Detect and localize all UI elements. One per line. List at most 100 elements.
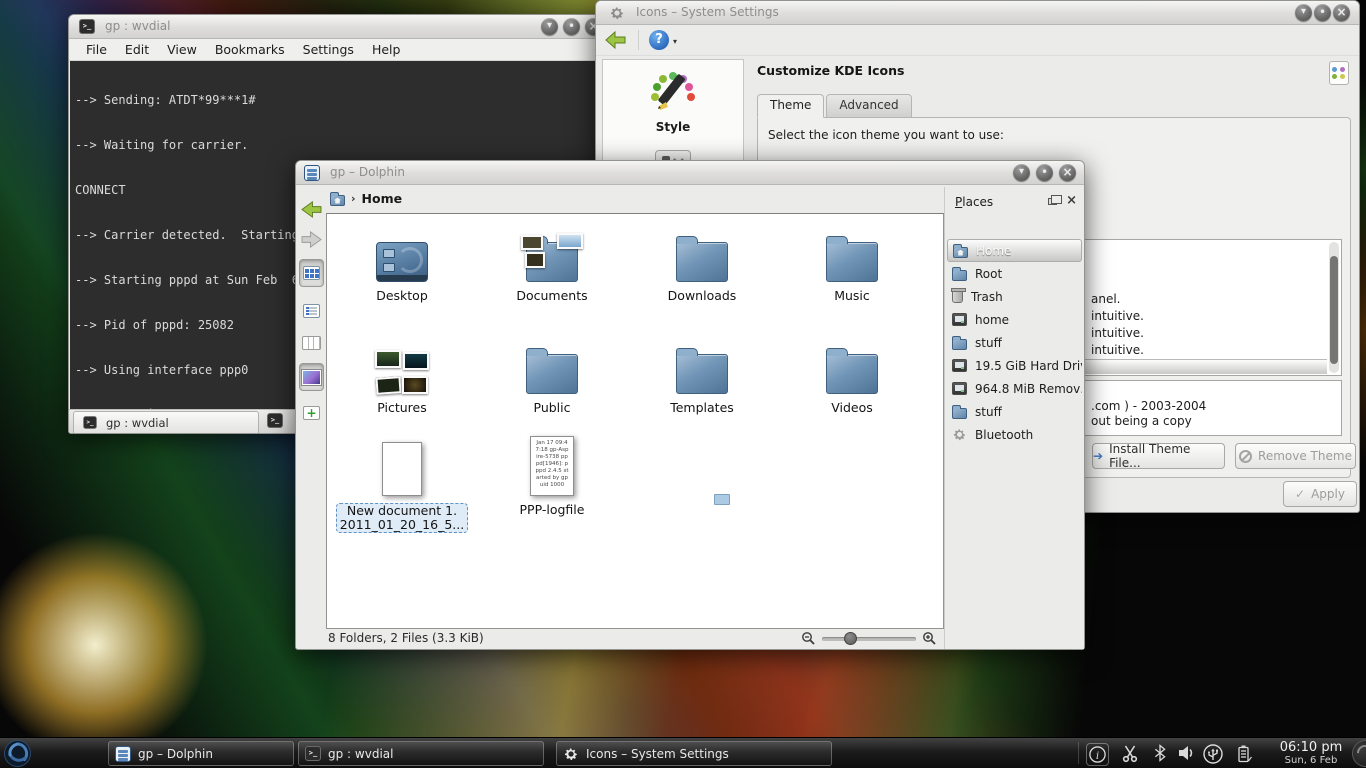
folder-icon (826, 242, 878, 282)
install-theme-button[interactable]: ➔ Install Theme File... (1092, 443, 1225, 469)
zoom-slider[interactable] (822, 637, 916, 641)
menu-settings[interactable]: Settings (294, 40, 363, 59)
split-view-button[interactable]: + (299, 401, 324, 425)
zoom-slider-handle[interactable] (844, 632, 857, 645)
minimize-button[interactable] (541, 18, 558, 35)
maximize-button[interactable] (1036, 164, 1053, 181)
new-tab-button[interactable]: >_ (267, 413, 283, 428)
app-launcher-icon[interactable] (3, 739, 32, 768)
menu-file[interactable]: File (77, 40, 116, 59)
file-item-ppp-logfile[interactable]: Jan 17 09:47:18 gp-Asp ire-5738 pppd[194… (492, 432, 612, 517)
bluetooth-icon[interactable] (1150, 743, 1170, 763)
task-system-settings[interactable]: Icons – System Settings (556, 741, 832, 766)
task-dolphin[interactable]: gp – Dolphin (108, 741, 294, 766)
document-icon (382, 442, 422, 496)
close-panel-icon[interactable]: × (1066, 193, 1077, 208)
folder-item-documents[interactable]: Documents (492, 222, 612, 303)
select-theme-label: Select the icon theme you want to use: (768, 128, 1004, 142)
apply-button[interactable]: ✓ Apply (1283, 481, 1357, 507)
konsole-titlebar[interactable]: >_ gp : wvdial (69, 15, 607, 39)
settings-tabs: Theme Advanced (757, 94, 912, 118)
place-item-stuff[interactable]: stuff (947, 331, 1082, 354)
folder-item-templates[interactable]: Templates (642, 334, 762, 415)
logfile-icon: Jan 17 09:47:18 gp-Asp ire-5738 pppd[194… (530, 436, 574, 496)
details-view-icon (303, 304, 320, 318)
sidebar-item-style[interactable]: Style (603, 60, 743, 134)
place-item-trash[interactable]: Trash (947, 285, 1082, 308)
folder-icon (676, 354, 728, 394)
plasma-cashew-icon[interactable] (1352, 740, 1366, 767)
place-item-bluetooth[interactable]: Bluetooth (947, 423, 1082, 446)
tab-theme[interactable]: Theme (757, 94, 824, 118)
clock[interactable]: 06:10 pm Sun, 6 Feb (1274, 740, 1348, 766)
notifications-icon[interactable]: i (1086, 743, 1109, 766)
settings-titlebar[interactable]: Icons – System Settings (596, 1, 1359, 25)
documents-folder-icon (526, 242, 578, 282)
close-button[interactable] (1059, 164, 1076, 181)
terminal-line: --> Sending: ATDT*99***1# (75, 93, 601, 108)
overview-icon[interactable] (1329, 61, 1349, 85)
zoom-out-icon[interactable] (801, 631, 816, 646)
breadcrumb-home[interactable]: Home (362, 191, 403, 206)
check-icon: ✓ (1295, 487, 1305, 501)
maximize-button[interactable] (1314, 4, 1331, 21)
breadcrumb[interactable]: › Home (330, 191, 402, 206)
place-item-removable[interactable]: 964.8 MiB Remov… (947, 377, 1082, 400)
folder-item-downloads[interactable]: Downloads (642, 222, 762, 303)
dolphin-window: gp – Dolphin › Home + (295, 160, 1085, 650)
folder-item-music[interactable]: Music (792, 222, 912, 303)
konsole-tab[interactable]: >_ gp : wvdial (73, 411, 259, 433)
task-konsole[interactable]: >_ gp : wvdial (298, 741, 544, 766)
preview-button[interactable] (299, 363, 324, 391)
settings-toolbar: ?▾ (596, 25, 1359, 56)
scrollbar[interactable] (1329, 242, 1339, 373)
dolphin-file-view[interactable]: Desktop Documents Downloads Music (326, 213, 944, 629)
menu-help[interactable]: Help (363, 40, 410, 59)
desktop-folder-icon (376, 242, 428, 282)
back-button[interactable] (604, 30, 628, 50)
icon-view-button[interactable] (299, 259, 324, 287)
zoom-in-icon[interactable] (922, 631, 937, 646)
file-item-new-document[interactable]: New document 1. 2011_01_20_16_5... (342, 432, 462, 533)
place-item-root[interactable]: Root (947, 262, 1082, 285)
place-item-hard-drive[interactable]: 19.5 GiB Hard Drive (947, 354, 1082, 377)
place-item-stuff2[interactable]: stuff (947, 400, 1082, 423)
device-notifier-usb-icon[interactable] (1202, 743, 1224, 765)
bluetooth-icon (952, 427, 967, 442)
konsole-tab-label: gp : wvdial (106, 416, 169, 430)
preview-icon (302, 370, 321, 385)
menu-bookmarks[interactable]: Bookmarks (206, 40, 294, 59)
folder-item-public[interactable]: Public (492, 334, 612, 415)
volume-icon[interactable] (1176, 743, 1196, 763)
columns-view-icon (302, 336, 321, 350)
install-arrow-icon: ➔ (1093, 449, 1103, 463)
place-item-home-drive[interactable]: home (947, 308, 1082, 331)
folder-icon (676, 242, 728, 282)
details-view-button[interactable] (299, 299, 324, 323)
folder-item-desktop[interactable]: Desktop (342, 222, 462, 303)
hard-drive-icon (952, 359, 967, 372)
back-button[interactable] (299, 197, 324, 221)
tab-advanced[interactable]: Advanced (826, 94, 911, 118)
menu-view[interactable]: View (158, 40, 206, 59)
klipper-scissors-icon[interactable] (1120, 743, 1140, 763)
drag-ghost-icon (714, 494, 730, 505)
help-button[interactable]: ?▾ (649, 30, 669, 50)
scrollbar-thumb[interactable] (1330, 256, 1338, 364)
minimize-button[interactable] (1013, 164, 1030, 181)
maximize-button[interactable] (563, 18, 580, 35)
folder-icon (952, 408, 967, 419)
close-button[interactable] (1333, 4, 1350, 21)
dolphin-titlebar[interactable]: gp – Dolphin (296, 161, 1084, 185)
minimize-button[interactable] (1295, 4, 1312, 21)
forward-button[interactable] (299, 227, 324, 251)
columns-view-button[interactable] (299, 331, 324, 355)
battery-icon[interactable] (1234, 743, 1254, 765)
konsole-menubar: File Edit View Bookmarks Settings Help (69, 39, 607, 61)
folder-item-pictures[interactable]: Pictures (342, 334, 462, 415)
menu-edit[interactable]: Edit (116, 40, 158, 59)
float-panel-icon[interactable] (1048, 198, 1057, 205)
remove-theme-button[interactable]: Remove Theme (1235, 443, 1356, 469)
folder-item-videos[interactable]: Videos (792, 334, 912, 415)
place-item-home[interactable]: Home (947, 239, 1082, 262)
